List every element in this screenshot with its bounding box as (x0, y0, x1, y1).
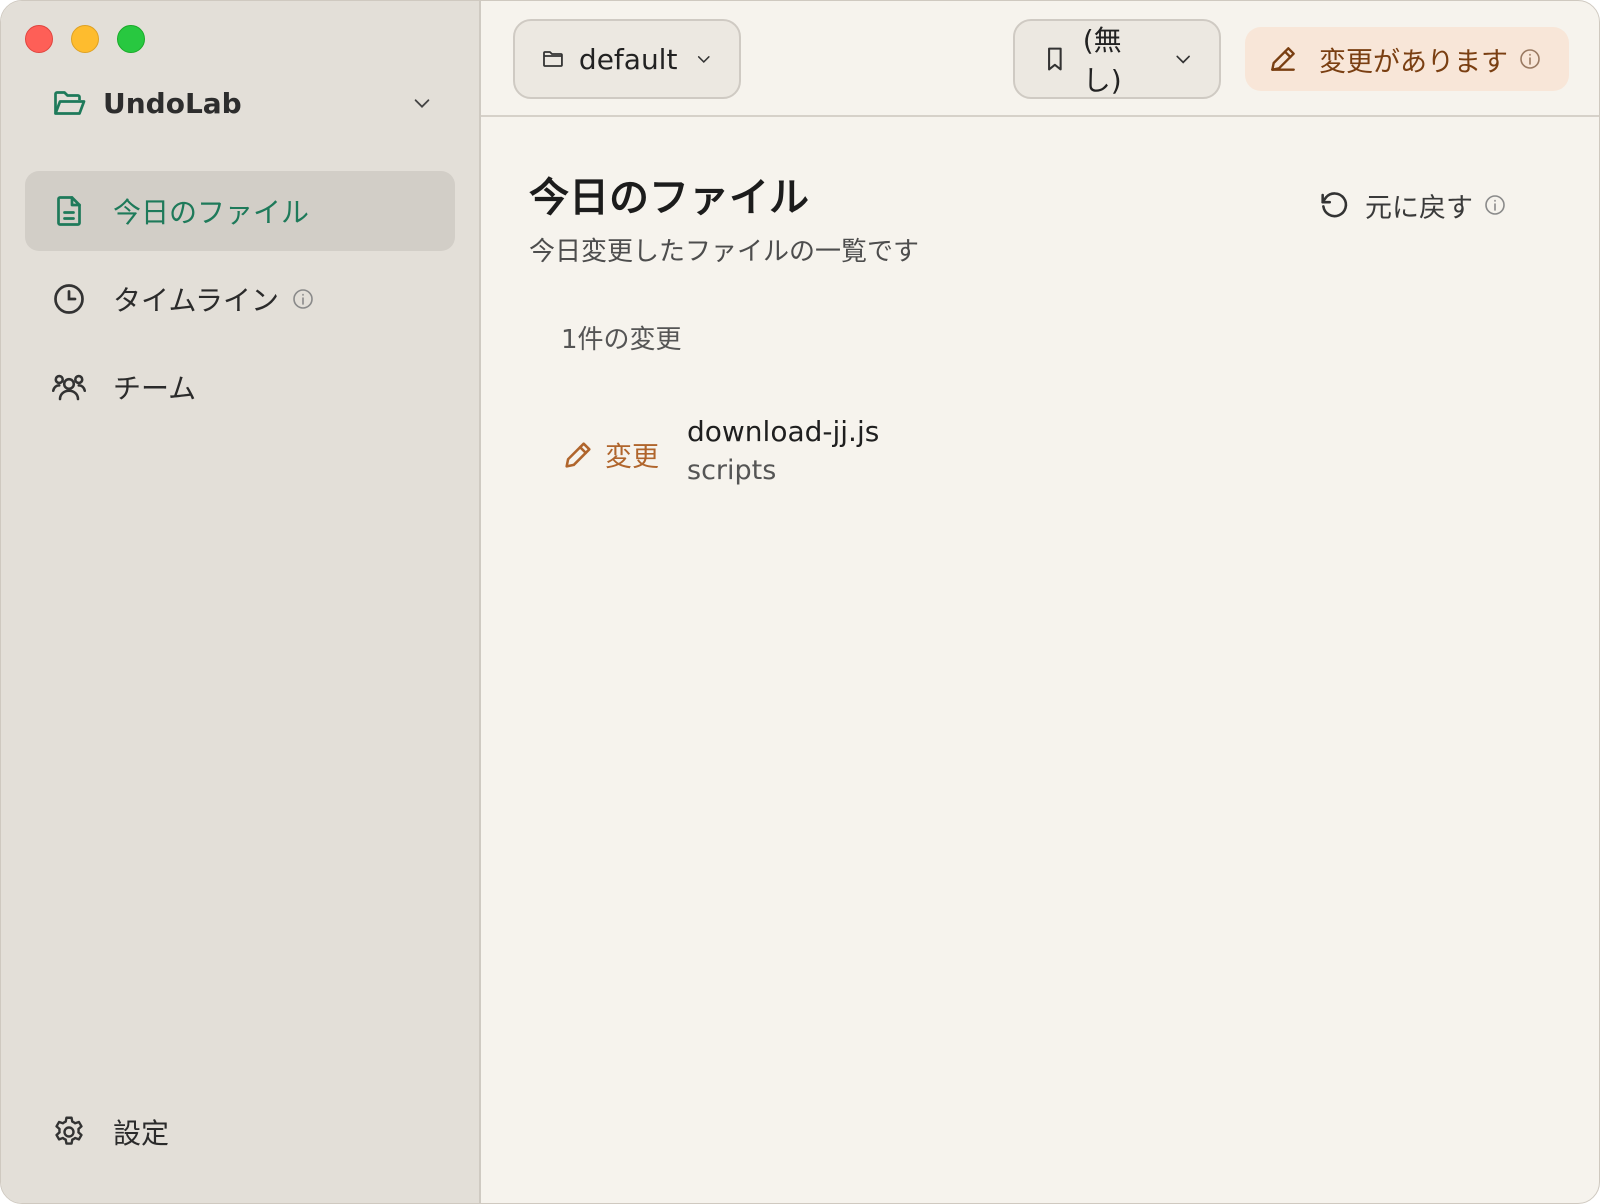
sidebar-item-team[interactable]: チーム (25, 347, 455, 427)
folder-icon (543, 51, 563, 67)
sidebar-item-label: 今日のファイル (113, 196, 310, 229)
status-label: 変更があります (1319, 46, 1508, 78)
change-type-label: 変更 (605, 442, 659, 473)
clock-icon (54, 284, 84, 314)
gear-icon (55, 1116, 83, 1145)
chevron-down-icon (414, 99, 430, 108)
file-directory: scripts (687, 455, 777, 486)
info-icon (1485, 195, 1505, 215)
change-list-item[interactable]: 変更 download-jj.js scripts (561, 415, 1261, 495)
revert-button[interactable]: 元に戻す (1317, 185, 1507, 225)
sidebar-item-label: タイムライン (113, 284, 280, 317)
app-window: UndoLab 今日のファイル タイムライン チーム 設定 default (無… (0, 0, 1600, 1204)
window-maximize-button[interactable] (117, 25, 145, 53)
change-type-tag: 変更 (561, 435, 659, 474)
page-title: 今日のファイル (529, 175, 809, 221)
sidebar-item-today-files[interactable]: 今日のファイル (25, 171, 455, 251)
file-text-icon (57, 196, 81, 226)
sidebar-item-timeline[interactable]: タイムライン (25, 259, 455, 339)
chevron-down-icon (1176, 55, 1190, 64)
pencil-icon (1271, 47, 1295, 71)
info-icon (1520, 49, 1540, 69)
chevron-down-icon (698, 56, 711, 63)
window-close-button[interactable] (25, 25, 53, 53)
revert-label: 元に戻す (1365, 192, 1473, 224)
file-name: download-jj.js (687, 415, 880, 448)
info-icon[interactable] (291, 287, 315, 311)
bookmark-dropdown[interactable]: (無し) (1013, 19, 1221, 99)
bookmark-icon (1048, 47, 1062, 71)
change-count: 1件の変更 (561, 325, 682, 355)
window-minimize-button[interactable] (71, 25, 99, 53)
sidebar: UndoLab 今日のファイル タイムライン チーム 設定 (1, 1, 481, 1203)
main-content: default (無し) 変更があります 今日のファイル 今日変更したファイルの… (481, 1, 1599, 1203)
bookmark-label: (無し) (1082, 24, 1122, 97)
page-subtitle: 今日変更したファイルの一覧です (529, 237, 920, 267)
project-switcher[interactable]: UndoLab (51, 83, 433, 123)
workspace-dropdown[interactable]: default (513, 19, 741, 99)
toolbar: default (無し) 変更があります (481, 1, 1599, 117)
sidebar-item-settings[interactable]: 設定 (25, 1092, 455, 1172)
users-icon (51, 374, 87, 401)
folder-open-icon (54, 91, 86, 115)
workspace-label: default (578, 42, 678, 76)
window-controls (25, 25, 145, 53)
status-badge[interactable]: 変更があります (1245, 27, 1569, 91)
undo-icon (1321, 192, 1348, 218)
sidebar-item-label: チーム (113, 372, 197, 405)
pencil-icon (565, 441, 591, 468)
sidebar-item-label: 設定 (113, 1117, 170, 1150)
project-name: UndoLab (103, 86, 242, 120)
